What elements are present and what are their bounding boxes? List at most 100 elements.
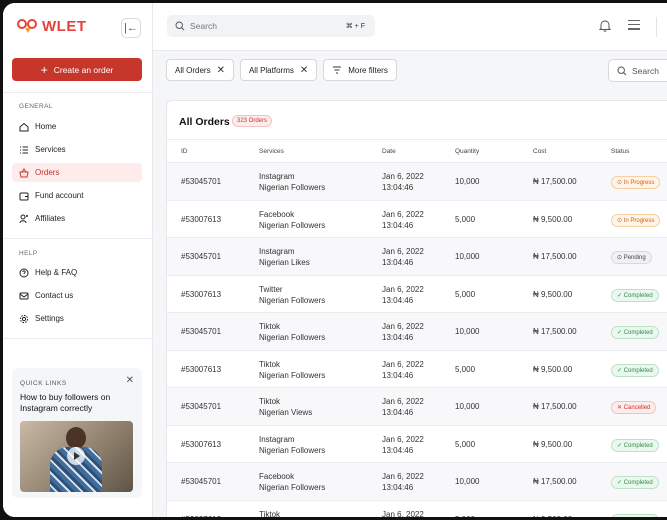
table-row[interactable]: #53045701 Instagram Nigerian Likes Jan 6, 2… [167, 237, 667, 275]
table-row[interactable]: #53007613 Instagram Nigerian Followers Jan … [167, 424, 667, 463]
menu-icon[interactable] [628, 20, 640, 30]
close-icon[interactable]: ✕ [217, 65, 225, 76]
sidebar-item-home[interactable]: Home [12, 117, 142, 136]
service-cell: Facebook Nigerian Followers [259, 209, 325, 231]
column-header-status[interactable]: Status [611, 148, 629, 155]
sidebar-item-label: Orders [35, 168, 60, 177]
column-header-id[interactable]: ID [181, 148, 188, 155]
logo-text: WLET [42, 17, 87, 35]
status-label: Completed [623, 480, 653, 486]
bell-icon[interactable] [599, 19, 611, 32]
sidebar-item-contact-us[interactable]: Contact us [12, 286, 142, 305]
table-row[interactable]: #53045701 Facebook Nigerian Followers Jan 6… [167, 462, 667, 500]
table-row[interactable]: #53007613 Tiktok Jan 6, 2022 5,000 ₦ 9,500.0… [167, 499, 667, 517]
table-row[interactable]: #53007613 Facebook Nigerian Followers Jan 6… [167, 199, 667, 238]
divider [3, 238, 153, 239]
sidebar-item-label: Settings [35, 314, 64, 323]
status-badge: ⊙ In Progress [611, 213, 661, 227]
service-cell: Tiktok Nigerian Followers [259, 321, 325, 343]
create-order-button[interactable]: + Create an order [12, 58, 142, 81]
order-date: Jan 6, 2022 [382, 472, 424, 481]
order-quantity: 5,000 [455, 364, 476, 374]
status-label: Completed [623, 292, 653, 299]
collapse-sidebar-button[interactable]: |← [121, 18, 141, 38]
sidebar-item-fund-account[interactable]: Fund account [12, 186, 142, 205]
order-id: #53045701 [181, 252, 222, 261]
sidebar: WLET |← + Create an order GENERAL Home S… [3, 3, 153, 517]
order-cost: ₦ 17,500.00 [533, 477, 577, 486]
service-type: Nigerian Likes [259, 258, 310, 267]
filter-chip-all-orders[interactable]: All Orders ✕ [166, 59, 234, 81]
table-row[interactable]: #53045701 Tiktok Nigerian Followers Jan 6, … [167, 312, 667, 350]
table-row[interactable]: #53045701 Instagram Nigerian Followers Jan … [167, 162, 667, 200]
more-filters-button[interactable]: More filters [323, 59, 397, 81]
service-type: Nigerian Followers [259, 295, 326, 305]
column-header-date[interactable]: Date [382, 148, 396, 155]
video-thumbnail[interactable] [20, 421, 133, 492]
close-icon[interactable]: ✕ [126, 375, 134, 386]
date-cell: Jan 6, 2022 13:04:46 [382, 209, 424, 231]
status-icon: ✕ [617, 405, 624, 411]
service-type: Nigerian Views [259, 408, 313, 417]
order-date: Jan 6, 2022 [382, 322, 424, 331]
status-badge: ✓ Completed [611, 476, 659, 489]
order-quantity: 5,000 [455, 289, 476, 299]
app-window: WLET |← + Create an order GENERAL Home S… [3, 3, 667, 517]
plus-icon: + [40, 62, 48, 77]
order-id: #53045701 [181, 402, 222, 411]
order-time: 13:04:46 [382, 370, 414, 380]
quick-links-text[interactable]: How to buy followers on Instagram correc… [20, 392, 138, 414]
order-id: #53007613 [181, 439, 222, 449]
order-time: 13:04:46 [382, 258, 414, 267]
general-section-label: GENERAL [19, 103, 53, 110]
basket-icon [19, 167, 29, 177]
help-section-label: HELP [19, 250, 38, 257]
filter-chip-all-platforms[interactable]: All Platforms ✕ [239, 59, 318, 81]
status-label: Completed [623, 367, 653, 374]
status-badge: ⊙ Pending [611, 251, 652, 264]
status-badge: ✕ Cancelled [611, 401, 657, 414]
status-icon: ✓ [617, 330, 624, 336]
help-icon [19, 268, 29, 277]
date-cell: Jan 6, 2022 13:04:46 [382, 171, 424, 193]
filter-bar: All Orders ✕ All Platforms ✕ More filter… [166, 59, 397, 81]
status-icon: ⊙ [617, 180, 624, 186]
service-type: Nigerian Followers [259, 445, 326, 455]
order-id: #53045701 [181, 327, 222, 336]
status-badge: ✓ Completed [611, 288, 659, 302]
column-header-quantity[interactable]: Quantity [455, 148, 479, 155]
service-platform: Tiktok [259, 359, 281, 369]
sidebar-item-services[interactable]: Services [12, 140, 142, 159]
order-date: Jan 6, 2022 [382, 284, 424, 294]
service-cell: Facebook Nigerian Followers [259, 471, 325, 493]
sidebar-item-help-faq[interactable]: Help & FAQ [12, 263, 142, 282]
sidebar-item-label: Home [35, 122, 57, 131]
column-header-services[interactable]: Services [259, 148, 284, 155]
orders-search-input[interactable]: Search [608, 59, 667, 82]
sidebar-item-orders[interactable]: Orders [12, 163, 142, 182]
search-placeholder: Search [632, 65, 659, 76]
table-row[interactable]: #53007613 Twitter Nigerian Followers Jan 6,… [167, 274, 667, 313]
app-logo[interactable]: WLET [17, 16, 87, 36]
service-cell: Twitter Nigerian Followers [259, 284, 325, 306]
column-header-cost[interactable]: Cost [533, 148, 546, 155]
service-cell: Instagram Nigerian Likes [259, 246, 310, 268]
play-icon[interactable] [67, 447, 85, 465]
global-search-input[interactable]: Search ⌘ + F [167, 15, 375, 37]
date-cell: Jan 6, 2022 13:04:46 [382, 471, 424, 493]
order-id: #53007613 [181, 289, 222, 299]
orders-table-card: All Orders 323 Orders ID Services Date Q… [166, 100, 667, 517]
list-icon [20, 146, 28, 153]
order-time: 13:04:46 [382, 220, 414, 230]
order-quantity: 10,000 [455, 177, 480, 186]
close-icon[interactable]: ✕ [300, 65, 308, 76]
order-cost: ₦ 17,500.00 [533, 402, 577, 411]
table-header: ID Services Date Quantity Cost Status [167, 139, 667, 163]
table-row[interactable]: #53045701 Tiktok Nigerian Views Jan 6, 2022… [167, 387, 667, 425]
order-cost: ₦ 17,500.00 [533, 252, 577, 261]
status-icon: ✓ [617, 367, 624, 374]
sidebar-item-affiliates[interactable]: Affiliates [12, 209, 142, 228]
sidebar-item-settings[interactable]: Settings [12, 309, 142, 328]
filter-icon [333, 66, 342, 74]
table-row[interactable]: #53007613 Tiktok Nigerian Followers Jan 6, … [167, 349, 667, 388]
